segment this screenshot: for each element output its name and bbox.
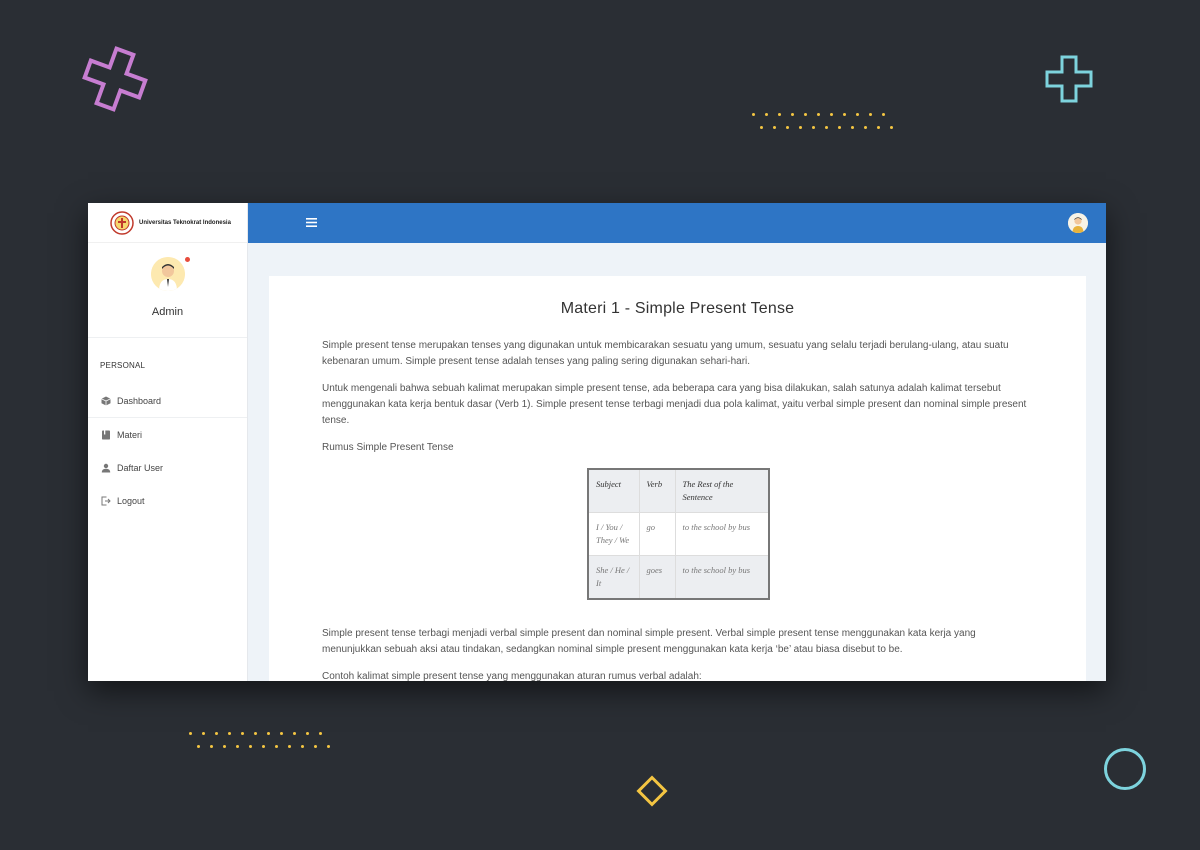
table-header: Subject <box>587 468 640 513</box>
table-cell: I / You / They / We <box>587 512 640 556</box>
content-body: Simple present tense merupakan tenses ya… <box>322 338 1030 467</box>
university-logo-icon <box>110 210 134 235</box>
admin-avatar-icon <box>150 257 185 291</box>
table-header: Verb <box>638 468 676 513</box>
sidebar-nav: Dashboard Materi Daftar User Logout <box>88 385 247 517</box>
sidebar-item-label: Logout <box>117 495 145 506</box>
table-row: She / He / It goes to the school by bus <box>587 555 770 600</box>
sidebar-item-label: Materi <box>117 429 143 440</box>
content-body-lower: Simple present tense terbagi menjadi ver… <box>322 626 1030 681</box>
hamburger-icon[interactable] <box>306 217 317 229</box>
paragraph: Simple present tense terbagi menjadi ver… <box>322 628 976 655</box>
table-cell: to the school by bus <box>674 555 770 600</box>
plus-decoration-icon <box>1045 55 1093 103</box>
status-dot <box>185 257 190 262</box>
user-avatar-icon <box>1068 213 1088 233</box>
topbar <box>248 203 1106 243</box>
brand[interactable]: Universitas Teknokrat Indonesia <box>88 203 247 243</box>
page-title: Materi 1 - Simple Present Tense <box>560 300 795 317</box>
profile-name: Admin <box>151 306 184 318</box>
sidebar: Universitas Teknokrat Indonesia Admin PE… <box>88 203 248 681</box>
table-header: The Rest of the Sentence <box>674 468 770 513</box>
section-label: PERSONAL <box>100 361 146 370</box>
sidebar-item-label: Daftar User <box>117 462 164 473</box>
sidebar-item-dashboard[interactable]: Dashboard <box>88 385 247 418</box>
table-header-row: Subject Verb The Rest of the Sentence <box>587 468 770 513</box>
paragraph: Untuk mengenali bahwa sebuah kalimat mer… <box>322 383 1027 426</box>
diamond-decoration-icon <box>636 775 668 807</box>
plus-decoration-icon <box>82 46 148 112</box>
book-icon <box>102 430 110 439</box>
profile: Admin <box>88 243 247 338</box>
formula-table: Subject Verb The Rest of the Sentence I … <box>587 468 770 600</box>
table-row: I / You / They / We go to the school by … <box>587 512 770 556</box>
logout-icon <box>101 496 111 505</box>
sidebar-item-label: Dashboard <box>117 396 162 406</box>
dots-decoration <box>760 126 903 129</box>
app-window: Universitas Teknokrat Indonesia Admin PE… <box>88 203 1106 681</box>
sidebar-item-materi[interactable]: Materi <box>88 418 247 451</box>
user-avatar-button[interactable] <box>1068 213 1088 233</box>
paragraph: Rumus Simple Present Tense <box>322 442 454 453</box>
paragraph: Contoh kalimat simple present tense yang… <box>322 671 702 681</box>
avatar[interactable] <box>150 257 185 291</box>
table-cell: She / He / It <box>587 555 640 600</box>
ring-decoration-icon <box>1104 748 1146 790</box>
table-cell: goes <box>638 555 676 600</box>
table-cell: to the school by bus <box>674 512 770 556</box>
sidebar-item-daftar-user[interactable]: Daftar User <box>88 451 247 484</box>
brand-name: Universitas Teknokrat Indonesia <box>139 219 231 226</box>
paragraph: Simple present tense merupakan tenses ya… <box>322 340 1009 367</box>
cube-icon <box>101 396 111 406</box>
dots-decoration <box>197 745 340 748</box>
table-cell: go <box>638 512 676 556</box>
content-card: Materi 1 - Simple Present Tense Simple p… <box>269 276 1086 681</box>
dots-decoration <box>189 732 332 735</box>
user-icon <box>101 463 111 472</box>
dots-decoration <box>752 113 895 116</box>
sidebar-item-logout[interactable]: Logout <box>88 484 247 517</box>
